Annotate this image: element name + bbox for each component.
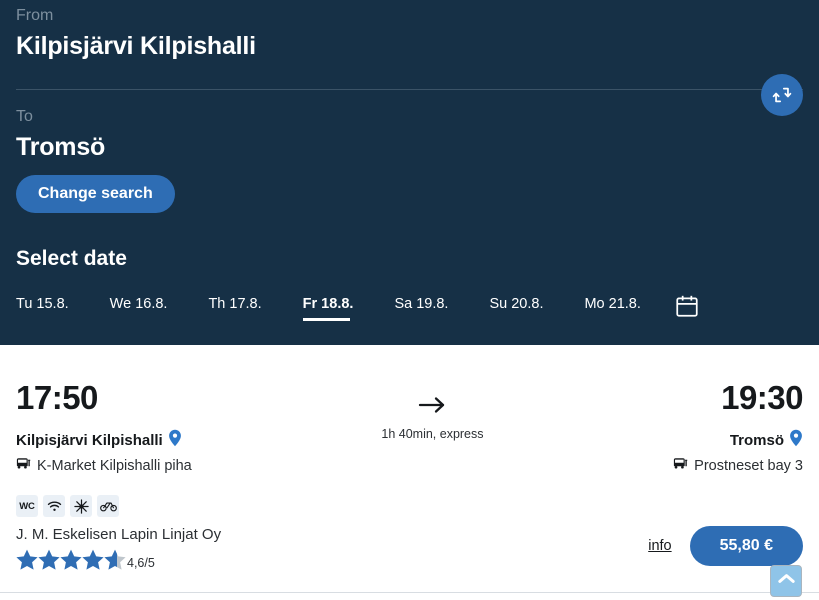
card-divider (0, 592, 819, 593)
departure-platform: K-Market Kilpishalli piha (16, 457, 192, 475)
date-selector-strip: Tu 15.8. We 16.8. Th 17.8. Fr 18.8. Sa 1… (16, 291, 803, 325)
arrival-platform: Prostneset bay 3 (673, 457, 803, 475)
travel-search-app: From Kilpisjärvi Kilpishalli To Tromsö C… (0, 0, 819, 600)
scroll-to-top-button[interactable] (770, 565, 802, 597)
chevron-up-icon (777, 572, 796, 590)
departure-stop: Kilpisjärvi Kilpishalli (16, 429, 192, 451)
info-link[interactable]: info (648, 538, 671, 554)
price-button[interactable]: 55,80 € (689, 526, 803, 566)
map-pin-icon[interactable] (168, 429, 182, 451)
arrival-stop-label: Tromsö (729, 431, 784, 449)
bus-icon (16, 457, 32, 475)
departure-platform-label: K-Market Kilpishalli piha (37, 458, 192, 474)
departure-time: 17:50 (16, 379, 98, 416)
result-actions: info 55,80 € (648, 526, 803, 566)
select-date-title: Select date (16, 247, 127, 270)
from-field[interactable]: From Kilpisjärvi Kilpishalli (16, 0, 803, 61)
map-pin-icon[interactable] (789, 429, 803, 451)
arrow-right-icon (192, 394, 673, 420)
swap-locations-button[interactable] (761, 74, 803, 116)
to-label: To (16, 108, 33, 125)
calendar-icon[interactable] (674, 293, 700, 324)
change-search-button[interactable]: Change search (16, 175, 175, 213)
date-option-mo-21-8[interactable]: Mo 21.8. (584, 296, 640, 321)
to-field[interactable]: To Tromsö (16, 90, 803, 162)
star-row-svg (16, 549, 126, 570)
rating-value: 4,6/5 (127, 556, 155, 570)
date-option-su-20-8[interactable]: Su 20.8. (489, 296, 543, 321)
arrival-block: 19:30 Tromsö Prostneset bay 3 (673, 381, 803, 475)
departure-block: 17:50 Kilpisjärvi Kilpishalli K-Market K… (16, 381, 192, 475)
bicycle-icon (97, 495, 119, 517)
swap-vertical-icon (771, 84, 793, 106)
date-option-we-16-8[interactable]: We 16.8. (110, 296, 168, 321)
wifi-icon (43, 495, 65, 517)
journey-summary-row: 17:50 Kilpisjärvi Kilpishalli K-Market K… (16, 345, 803, 475)
search-panel: From Kilpisjärvi Kilpishalli To Tromsö C… (0, 0, 819, 345)
from-value: Kilpisjärvi Kilpishalli (16, 32, 256, 60)
air-conditioning-icon (70, 495, 92, 517)
rating-stars (16, 549, 126, 571)
amenities-list: WC (16, 495, 803, 517)
journey-result-card[interactable]: 17:50 Kilpisjärvi Kilpishalli K-Market K… (0, 345, 819, 600)
from-label: From (16, 7, 54, 24)
date-option-fr-18-8[interactable]: Fr 18.8. (302, 296, 353, 321)
departure-stop-label: Kilpisjärvi Kilpishalli (16, 431, 163, 449)
to-value: Tromsö (16, 133, 106, 161)
arrival-time: 19:30 (721, 379, 803, 416)
journey-duration: 1h 40min, express (381, 427, 484, 441)
date-option-sa-19-8[interactable]: Sa 19.8. (394, 296, 448, 321)
arrival-stop: Tromsö (673, 429, 803, 451)
date-option-tu-15-8[interactable]: Tu 15.8. (16, 296, 69, 321)
bus-icon (673, 457, 689, 475)
arrival-platform-label: Prostneset bay 3 (694, 458, 803, 474)
wc-icon: WC (16, 495, 38, 517)
date-option-th-17-8[interactable]: Th 17.8. (208, 296, 261, 321)
journey-duration-block: 1h 40min, express (192, 381, 673, 441)
